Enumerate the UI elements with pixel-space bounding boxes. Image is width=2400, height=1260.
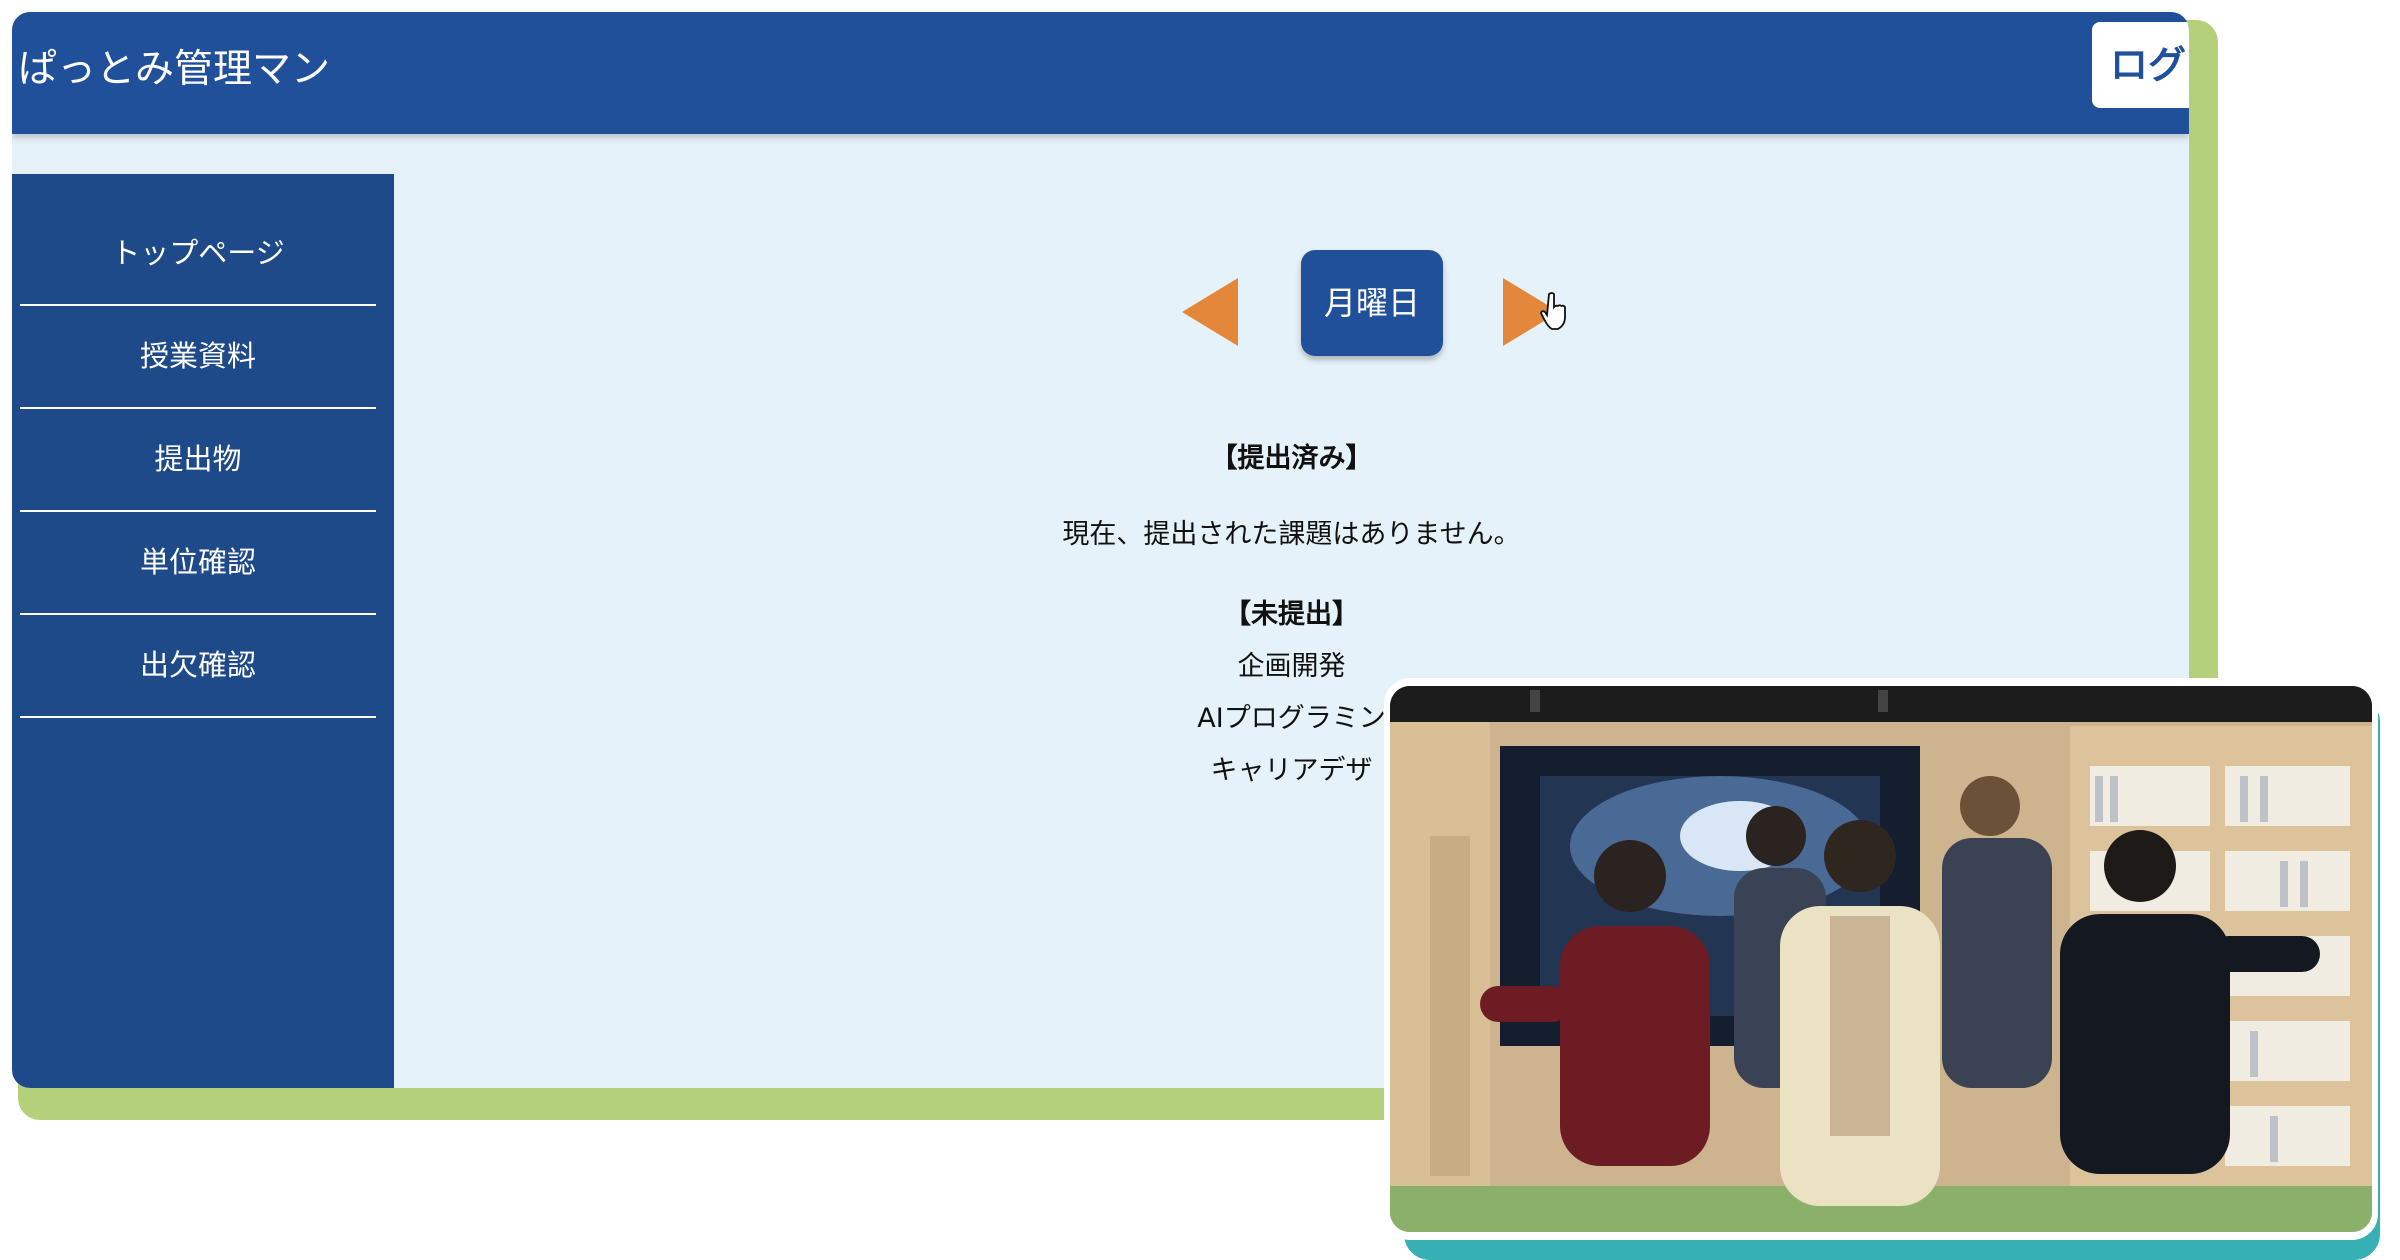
triangle-left-icon[interactable]	[1182, 278, 1238, 346]
app-title: ぱっとみ管理マン	[18, 47, 331, 92]
logout-button[interactable]: ログ	[2092, 22, 2189, 108]
submitted-heading: 【提出済み】	[1210, 443, 1373, 474]
sidebar-item-submissions[interactable]: 提出物	[20, 408, 376, 512]
unsubmitted-heading: 【未提出】	[1224, 599, 1359, 630]
submitted-empty-message: 現在、提出された課題はありません。	[1062, 519, 1521, 550]
team-photo	[1390, 686, 2372, 1232]
sidebar: トップページ 授業資料 提出物 単位確認 出欠確認	[12, 174, 394, 1088]
header-bar: ぱっとみ管理マン ログ	[12, 12, 2189, 134]
sidebar-item-credits[interactable]: 単位確認	[20, 511, 376, 615]
day-button[interactable]: 月曜日	[1301, 250, 1443, 356]
sidebar-item-attendance[interactable]: 出欠確認	[20, 614, 376, 718]
sidebar-item-materials[interactable]: 授業資料	[20, 305, 376, 409]
sidebar-item-top-page[interactable]: トップページ	[20, 202, 376, 306]
team-photo-illustration	[1390, 686, 2372, 1232]
hand-pointer-icon	[1540, 292, 1566, 330]
